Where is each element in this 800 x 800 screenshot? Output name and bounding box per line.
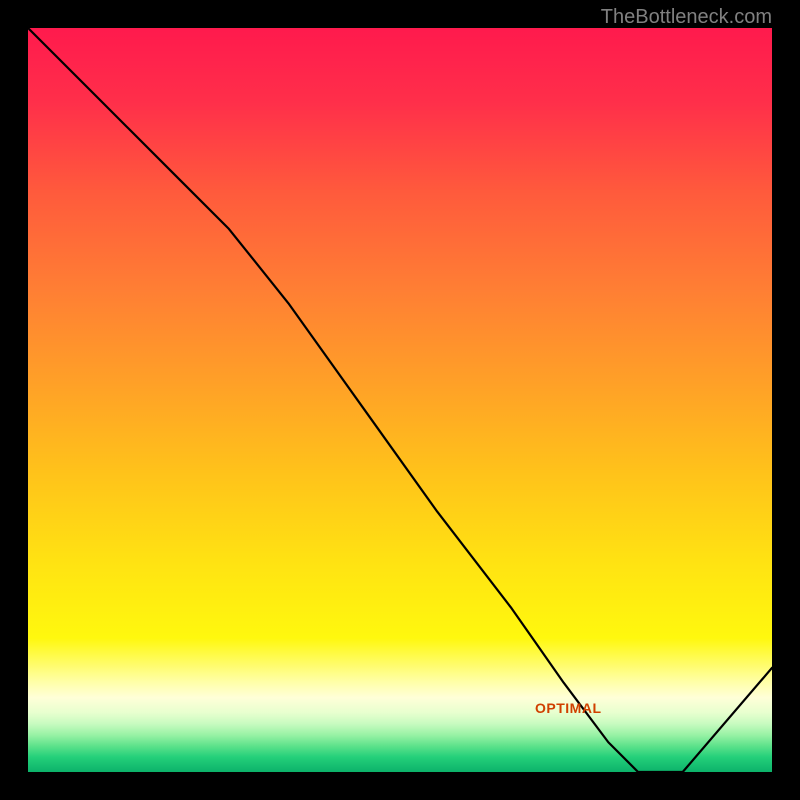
attribution-text: TheBottleneck.com: [601, 6, 772, 29]
plot-area: [28, 28, 772, 772]
optimal-annotation: OPTIMAL: [535, 700, 602, 716]
chart-svg: [28, 28, 772, 772]
chart-container: TheBottleneck.com OPTIMAL: [0, 0, 800, 800]
